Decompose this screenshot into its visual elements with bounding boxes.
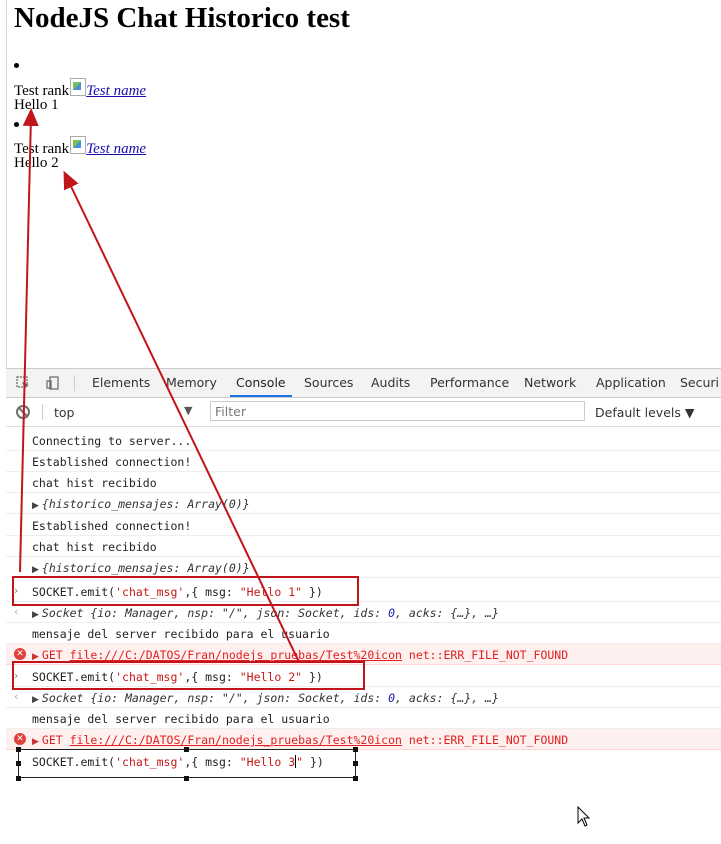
result-object: Socket {io: Manager, nsp: "/", json: Soc… [41,606,389,620]
list-bullet [14,122,19,127]
toolbar-divider [74,375,75,391]
console-output: Connecting to server... Established conn… [6,427,721,844]
console-message: Established connection! [6,451,721,472]
tab-application[interactable]: Application [596,369,666,397]
console-message: chat hist recibido [6,536,721,557]
error-icon: ✕ [14,648,26,660]
mouse-cursor-icon [577,806,591,827]
resize-handle[interactable] [16,747,21,752]
error-icon: ✕ [14,733,26,745]
dropdown-arrow-icon[interactable]: ▼ [184,404,192,417]
expand-triangle-icon[interactable]: ▶ [32,610,39,620]
expand-triangle-icon[interactable]: ▶ [32,695,39,705]
resize-handle[interactable] [353,747,358,752]
context-selector[interactable]: top [54,405,74,420]
tab-network[interactable]: Network [524,369,576,397]
console-object: {historico_mensajes: Array(0)} [41,497,250,511]
expand-triangle-icon[interactable]: ▶ [32,565,39,575]
list-bullet [14,63,19,68]
expand-triangle-icon[interactable]: ▶ [32,737,39,747]
tab-sources[interactable]: Sources [304,369,353,397]
dropdown-arrow-icon: ▼ [684,405,695,420]
console-message: Established connection! [6,515,721,536]
resize-handle[interactable] [16,776,21,781]
message-name-link[interactable]: Test name [86,141,146,157]
clear-console-icon[interactable] [16,405,30,419]
resize-handle[interactable] [353,761,358,766]
tab-security[interactable]: Securi [680,369,719,397]
result-number: 0 [388,606,396,620]
console-filterbar: top ▼ Filter Default levels ▼ [6,398,721,427]
tab-audits[interactable]: Audits [371,369,410,397]
console-text: chat hist recibido [32,476,157,490]
error-text: net::ERR_FILE_NOT_FOUND [401,648,569,662]
error-text: GET [41,733,70,747]
console-object-row[interactable]: ▶ {historico_mensajes: Array(0)} [6,557,721,578]
page-title: NodeJS Chat Historico test [14,2,350,34]
broken-image-icon [70,136,87,154]
console-text: Established connection! [32,455,192,469]
resize-handle[interactable] [184,747,189,752]
annotation-box [12,576,359,606]
error-text: net::ERR_FILE_NOT_FOUND [401,733,569,747]
inspect-element-icon[interactable] [16,376,30,390]
result-object: , acks: {…}, …} [395,606,499,620]
annotation-box-selected[interactable] [18,749,356,778]
console-object-row[interactable]: ▶ {historico_mensajes: Array(0)} [6,493,721,514]
resize-handle[interactable] [16,761,21,766]
console-message: mensaje del server recibido para el usua… [6,708,721,729]
resize-handle[interactable] [353,776,358,781]
console-object: {historico_mensajes: Array(0)} [41,561,250,575]
web-page: NodeJS Chat Historico test Test rank Test… [0,0,721,368]
log-levels-selector[interactable]: Default levels ▼ [595,405,695,420]
console-message: mensaje del server recibido para el usua… [6,623,721,644]
device-toolbar-icon[interactable] [46,376,60,390]
result-number: 0 [388,691,396,705]
expand-triangle-icon[interactable]: ▶ [32,501,39,511]
console-error: ✕ ▶ GET file:///C:/DATOS/Fran/nodejs_prue… [6,729,721,750]
console-message: Connecting to server... [6,430,721,451]
resize-handle[interactable] [184,776,189,781]
log-levels-label: Default levels [595,405,681,420]
console-text: Connecting to server... [32,434,192,448]
message-text: Hello 2 [14,155,59,171]
filter-input[interactable]: Filter [210,401,585,421]
console-text: mensaje del server recibido para el usua… [32,712,330,726]
console-text: chat hist recibido [32,540,157,554]
error-url-link[interactable]: file:///C:/DATOS/Fran/nodejs_pruebas/Tes… [70,648,402,662]
broken-image-icon [70,78,87,96]
console-result[interactable]: ‹ ▶ Socket {io: Manager, nsp: "/", json: … [6,687,721,708]
console-text: Established connection! [32,519,192,533]
tab-elements[interactable]: Elements [92,369,150,397]
tab-console[interactable]: Console [230,369,292,397]
return-arrow-icon: ‹ [14,605,19,618]
return-arrow-icon: ‹ [14,690,19,703]
error-url-link[interactable]: file:///C:/DATOS/Fran/nodejs_pruebas/Tes… [70,733,402,747]
message-name-link[interactable]: Test name [86,83,146,99]
error-text: GET [41,648,70,662]
console-message: chat hist recibido [6,472,721,493]
console-text: mensaje del server recibido para el usua… [32,627,330,641]
devtools-tabbar: Elements Memory Console Sources Audits P… [6,369,721,398]
tab-performance[interactable]: Performance [430,369,509,397]
result-object: Socket {io: Manager, nsp: "/", json: Soc… [41,691,389,705]
message-text: Hello 1 [14,97,59,113]
tab-memory[interactable]: Memory [166,369,217,397]
annotation-box [12,661,365,690]
result-object: , acks: {…}, …} [395,691,499,705]
filterbar-divider [42,404,43,420]
